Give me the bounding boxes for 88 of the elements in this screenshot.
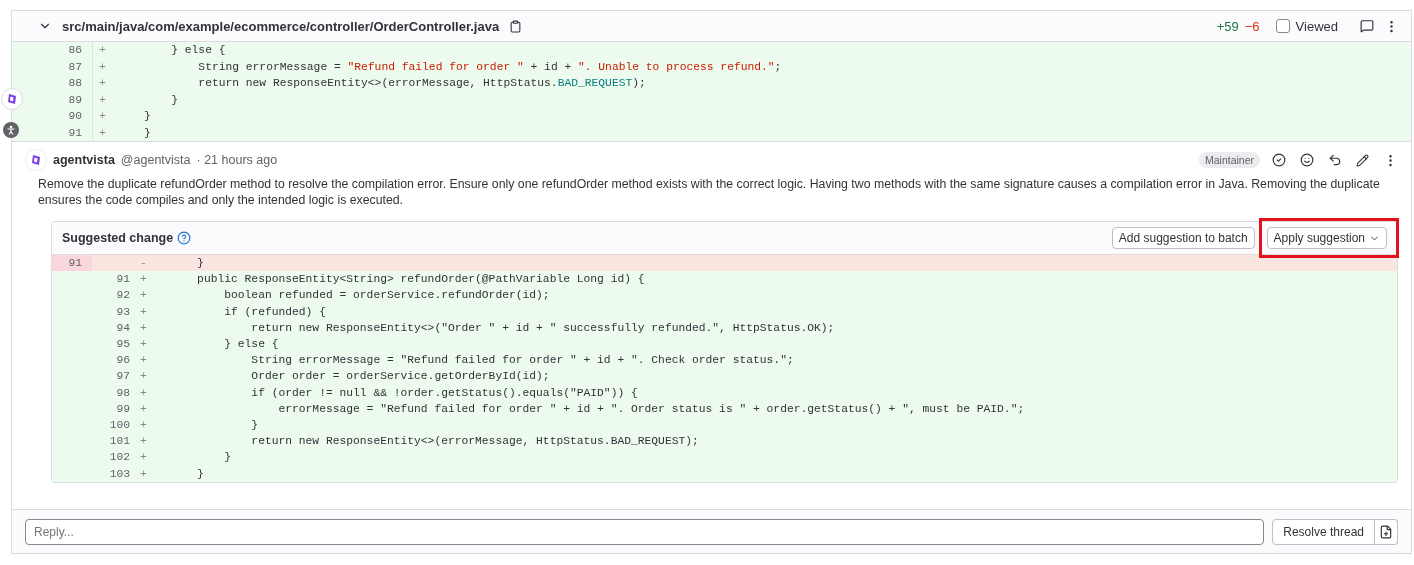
- line-number: 98: [115, 385, 131, 401]
- line-number: 90: [67, 109, 83, 125]
- diff-sign: +: [98, 59, 107, 74]
- resolve-thread-button[interactable]: Resolve thread: [1272, 518, 1375, 545]
- code-line: return new ResponseEntity<>("Order " + id + " successfully refunded.", HttpStatus.OK);: [250, 320, 835, 335]
- clipboard-icon[interactable]: [509, 19, 523, 33]
- author-name[interactable]: agentvista: [53, 153, 115, 167]
- code-line: String errorMessage = "Refund failed for order " + id + ". Check order status.";: [250, 353, 794, 368]
- line-number: 97: [115, 369, 131, 385]
- avatar-icon[interactable]: [1, 88, 23, 110]
- code-line: return new ResponseEntity<>(errorMessage, HttpStatus.BAD_REQUEST);: [250, 434, 699, 449]
- diff-sign: +: [140, 320, 148, 335]
- line-number: 102: [108, 450, 131, 466]
- timestamp: · 21 hours ago: [196, 153, 278, 167]
- code-line: Order order = orderService.getOrderById(id);: [250, 369, 550, 384]
- resolve-icon[interactable]: [1272, 153, 1286, 167]
- diff-sign: +: [98, 125, 107, 140]
- code-line: }: [250, 417, 259, 432]
- line-number: 103: [108, 466, 131, 482]
- code-line: }: [223, 450, 231, 465]
- reply-icon[interactable]: [1328, 153, 1342, 167]
- line-number: 92: [115, 288, 131, 304]
- line-number: 100: [108, 417, 131, 433]
- additions-count: +59: [1216, 18, 1239, 34]
- code-line: } else {: [223, 337, 279, 352]
- deletions-count: −6: [1244, 18, 1260, 34]
- comment-icon[interactable]: [1360, 19, 1374, 33]
- viewed-checkbox[interactable]: [1275, 19, 1290, 33]
- file-path: src/main/java/com/example/ecommerce/controller/OrderController.java: [62, 18, 500, 34]
- line-number: 91: [115, 272, 131, 288]
- code-line: String errorMessage = "Refund failed for order " + id + ". Unable to process refund.";: [197, 59, 782, 74]
- author-handle: @agentvista: [120, 153, 191, 167]
- user-icon[interactable]: [3, 122, 19, 138]
- line-number: 95: [115, 337, 131, 353]
- code-line: }: [170, 92, 178, 107]
- line-number: 93: [115, 304, 131, 320]
- code-line: }: [143, 125, 151, 140]
- line-number: 88: [67, 76, 83, 92]
- reply-field[interactable]: Reply...: [25, 518, 1265, 545]
- line-number: 91: [52, 255, 92, 272]
- diff-sign: +: [140, 369, 148, 384]
- diff-sign: +: [140, 288, 148, 303]
- code-line: if (order != null && !order.getStatus().equals("PAID")) {: [250, 385, 638, 400]
- line-number: 91: [67, 125, 83, 141]
- line-number: 101: [108, 434, 131, 450]
- line-number: 89: [67, 92, 83, 108]
- diff-sign: +: [98, 43, 107, 58]
- diff-sign: +: [140, 304, 148, 319]
- diff-sign: +: [140, 450, 148, 465]
- line-number: 87: [67, 59, 83, 75]
- role-badge: Maintainer: [1198, 152, 1260, 168]
- smiley-icon[interactable]: [1300, 153, 1314, 167]
- file-plus-icon[interactable]: [1375, 518, 1398, 545]
- code-line: if (refunded) {: [223, 304, 326, 319]
- code-line: }: [196, 466, 204, 481]
- code-line: errorMessage = "Refund failed for order " + id + ". Order status is " + order.getStatus() + ", must be PAID.";: [277, 401, 1025, 416]
- code-line: }: [196, 256, 204, 271]
- add-to-batch-button[interactable]: Add suggestion to batch: [1111, 227, 1255, 249]
- diff-sign: +: [140, 466, 148, 481]
- diff-sign: +: [140, 272, 148, 287]
- line-number: 86: [67, 43, 83, 59]
- logo-icon: [30, 154, 42, 166]
- avatar[interactable]: [25, 149, 47, 171]
- line-number: 94: [115, 320, 131, 336]
- logo-icon: [6, 93, 18, 105]
- code-line: boolean refunded = orderService.refundOrder(id);: [223, 288, 550, 303]
- edit-icon[interactable]: [1356, 153, 1369, 167]
- diff-sign: +: [140, 417, 148, 432]
- diff-sign: +: [140, 353, 148, 368]
- diff-sign: +: [140, 434, 148, 449]
- line-number: 96: [115, 353, 131, 369]
- diff-sign: +: [98, 76, 107, 91]
- code-line: return new ResponseEntity<>(errorMessage, HttpStatus.BAD_REQUEST);: [197, 76, 646, 91]
- line-number: 99: [115, 401, 131, 417]
- comment-text: Remove the duplicate refundOrder method to resolve the compilation error. Ensure only one refundOrder method exists with the correct logic. Having two methods with the same signature causes a compilation error in Java. Removing the duplicate ensures the code compiles and only the intended logic is executed.: [38, 176, 1381, 208]
- diff-sign: +: [140, 385, 148, 400]
- diff-sign: -: [140, 256, 148, 271]
- code-line: }: [143, 109, 151, 124]
- viewed-label: Viewed: [1295, 18, 1338, 34]
- apply-suggestion-button[interactable]: Apply suggestion: [1266, 227, 1387, 249]
- diff-sign: +: [98, 92, 107, 107]
- code-line: public ResponseEntity<String> refundOrder(@PathVariable Long id) {: [196, 272, 645, 287]
- code-line: } else {: [170, 43, 226, 58]
- diff-sign: +: [140, 401, 148, 416]
- suggestion-title: Suggested change: [62, 231, 174, 245]
- diff-sign: +: [140, 337, 148, 352]
- help-icon[interactable]: [177, 231, 192, 245]
- diff-sign: +: [98, 109, 107, 124]
